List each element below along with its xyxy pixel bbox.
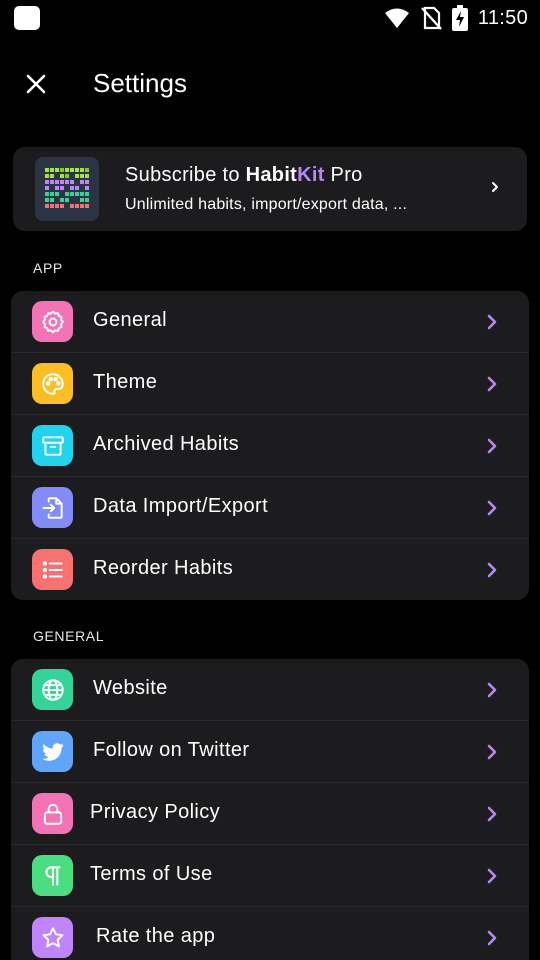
chevron-right-icon — [487, 562, 497, 578]
settings-item-label: Data Import/Export — [93, 495, 269, 517]
chevron-right-icon — [487, 500, 497, 516]
settings-item-label: General — [93, 309, 167, 331]
subscribe-pro-card[interactable]: Subscribe to HabitKit Pro Unlimited habi… — [13, 147, 527, 231]
star-icon — [32, 917, 73, 958]
section-label-general: GENERAL — [33, 628, 105, 644]
list-icon — [32, 549, 73, 590]
chevron-right-icon — [492, 182, 498, 192]
app-bar: Settings — [0, 56, 540, 112]
battery-charging-icon — [451, 5, 468, 31]
settings-item-archived-habits[interactable]: Archived Habits — [11, 415, 529, 477]
no-sim-icon — [421, 6, 442, 30]
settings-group-general: Website Follow on Twitter Privacy Policy — [11, 659, 529, 960]
chevron-right-icon — [487, 868, 497, 884]
settings-item-privacy-policy[interactable]: Privacy Policy — [11, 783, 529, 845]
settings-item-label: Follow on Twitter — [93, 739, 250, 761]
wifi-icon — [384, 8, 409, 28]
chevron-right-icon — [487, 438, 497, 454]
chevron-right-icon — [487, 376, 497, 392]
settings-item-reorder-habits[interactable]: Reorder Habits — [11, 539, 529, 600]
settings-item-theme[interactable]: Theme — [11, 353, 529, 415]
settings-item-label: Theme — [93, 371, 158, 393]
brand-kit: Kit — [297, 164, 325, 186]
chevron-right-icon — [487, 744, 497, 760]
settings-item-label: Terms of Use — [90, 863, 213, 885]
settings-item-data-import-export[interactable]: Data Import/Export — [11, 477, 529, 539]
close-icon — [26, 74, 46, 94]
close-button[interactable] — [14, 62, 58, 106]
settings-item-general[interactable]: General — [11, 291, 529, 353]
chevron-right-icon — [487, 682, 497, 698]
settings-item-follow-twitter[interactable]: Follow on Twitter — [11, 721, 529, 783]
settings-item-label: Rate the app — [96, 925, 216, 947]
settings-group-app: General Theme Archived Habits Data Impor… — [11, 291, 529, 600]
twitter-icon — [32, 731, 73, 772]
settings-item-label: Privacy Policy — [90, 801, 221, 823]
file-import-icon — [32, 487, 73, 528]
settings-item-label: Archived Habits — [93, 433, 240, 455]
settings-item-label: Reorder Habits — [93, 557, 234, 579]
status-bar: 11:50 — [0, 0, 540, 36]
section-label-app: APP — [33, 260, 63, 276]
lock-icon — [32, 793, 73, 834]
gear-icon — [32, 301, 73, 342]
globe-icon — [32, 669, 73, 710]
page-title: Settings — [93, 68, 187, 98]
archive-icon — [32, 425, 73, 466]
pro-card-subtitle: Unlimited habits, import/export data, ..… — [125, 196, 408, 213]
settings-item-rate-app[interactable]: Rate the app — [11, 907, 529, 960]
habitkit-logo-icon — [35, 157, 99, 221]
pro-card-title: Subscribe to HabitKit Pro — [125, 164, 363, 187]
chevron-right-icon — [487, 930, 497, 946]
notification-app-icon — [14, 6, 40, 30]
settings-item-label: Website — [93, 677, 168, 699]
settings-item-terms-of-use[interactable]: Terms of Use — [11, 845, 529, 907]
status-icons: 11:50 — [384, 4, 528, 32]
pro-title-prefix: Subscribe to — [125, 164, 246, 186]
paragraph-icon — [32, 855, 73, 896]
palette-icon — [32, 363, 73, 404]
settings-item-website[interactable]: Website — [11, 659, 529, 721]
chevron-right-icon — [487, 314, 497, 330]
chevron-right-icon — [487, 806, 497, 822]
pro-title-suffix: Pro — [324, 164, 363, 186]
status-time: 11:50 — [477, 6, 528, 29]
brand-habit: Habit — [245, 164, 298, 186]
